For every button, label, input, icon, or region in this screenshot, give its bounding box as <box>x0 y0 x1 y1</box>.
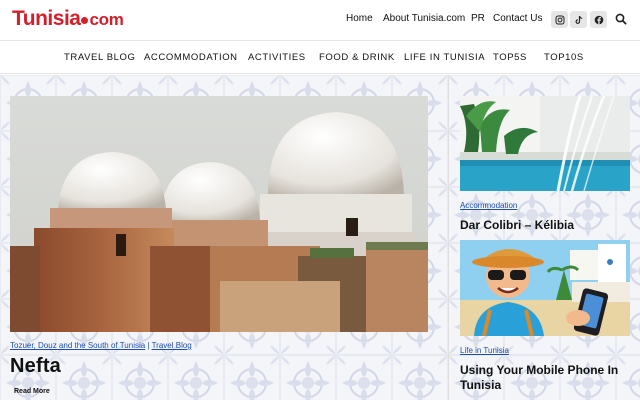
feature-categories: Tozuer, Douz and the South of Tunisia | … <box>10 341 192 350</box>
sidebar-post-category[interactable]: Accommodation <box>460 201 517 210</box>
logo-suffix: com <box>89 10 124 29</box>
nav-top5s[interactable]: TOP5S <box>493 52 527 63</box>
sidebar-post-image-pool[interactable] <box>460 96 630 191</box>
nav-food-drink[interactable]: FOOD & DRINK <box>319 52 395 63</box>
sidebar-post-title[interactable]: Dar Colibri – Kélibia <box>460 218 638 233</box>
logo-text: Tunisia <box>12 7 81 30</box>
feature-image[interactable] <box>10 96 428 332</box>
read-more-link[interactable]: Read More <box>14 388 50 395</box>
feature-title[interactable]: Nefta <box>10 355 61 378</box>
instagram-icon[interactable] <box>551 11 568 28</box>
feature-category-link-travel-blog[interactable]: Travel Blog <box>152 341 192 350</box>
facebook-icon[interactable] <box>590 11 607 28</box>
nav-activities[interactable]: ACTIVITIES <box>248 52 306 63</box>
nav-top10s[interactable]: TOP10S <box>544 52 584 63</box>
tiktok-icon[interactable] <box>570 11 587 28</box>
sidebar-post-category[interactable]: Life in Tunisia <box>460 346 509 355</box>
nav-accommodation[interactable]: ACCOMMODATION <box>144 52 238 63</box>
nav-life-in-tunisia[interactable]: LIFE IN TUNISIA <box>404 52 485 63</box>
logo-dot <box>81 17 89 24</box>
top-nav-about[interactable]: About Tunisia.com <box>383 13 465 24</box>
category-separator: | <box>147 341 150 350</box>
top-nav-pr[interactable]: PR <box>471 13 485 24</box>
site-header: Tunisia com Home About Tunisia.com PR Co… <box>0 0 640 40</box>
feature-category-link-south[interactable]: Tozuer, Douz and the South of Tunisia <box>10 341 145 350</box>
search-icon[interactable] <box>614 12 628 26</box>
main-nav: TRAVEL BLOG ACCOMMODATION ACTIVITIES FOO… <box>0 41 640 74</box>
column-divider <box>448 75 449 400</box>
sidebar-post-title[interactable]: Using Your Mobile Phone In Tunisia <box>460 363 638 393</box>
sidebar-post-image-phone[interactable] <box>460 240 630 336</box>
top-nav-contact[interactable]: Contact Us <box>493 13 542 24</box>
nav-travel-blog[interactable]: TRAVEL BLOG <box>64 52 136 63</box>
site-logo[interactable]: Tunisia com <box>12 7 124 33</box>
top-nav-home[interactable]: Home <box>346 13 373 24</box>
